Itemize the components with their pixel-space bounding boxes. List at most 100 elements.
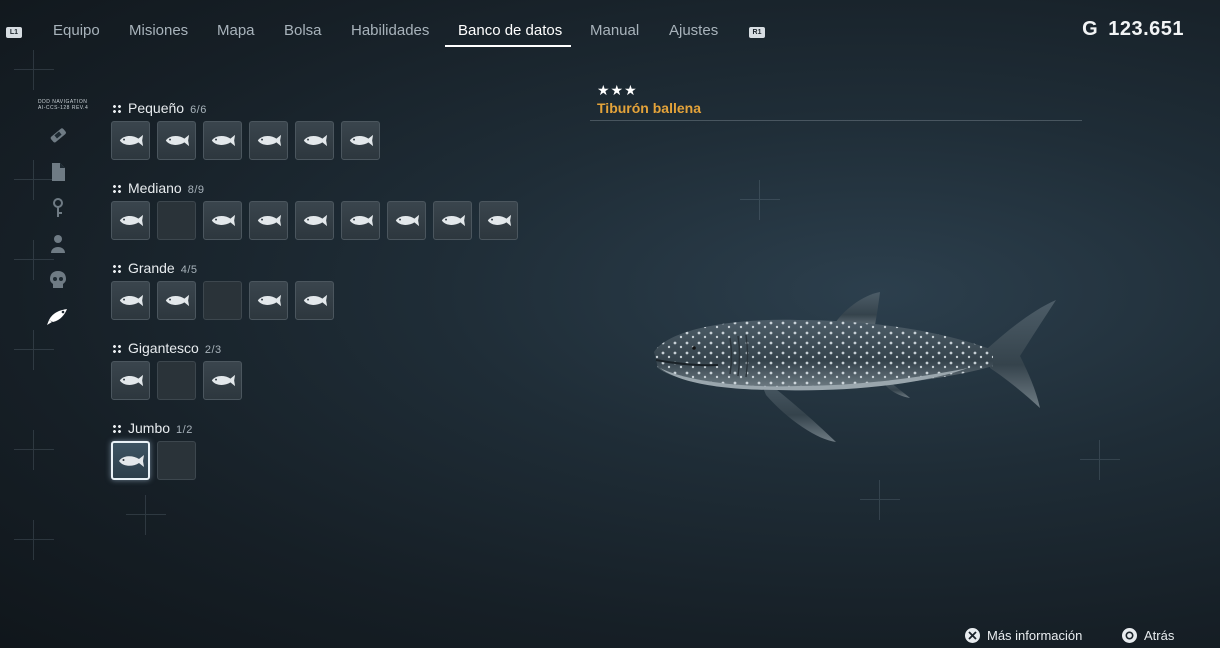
rarity-stars: ★★★: [597, 82, 638, 98]
fish-icon: [302, 133, 328, 148]
fish-slot-empty[interactable]: [157, 201, 196, 240]
fish-icon: [210, 213, 236, 228]
dots-icon: [112, 104, 122, 114]
fish-slot[interactable]: [295, 281, 334, 320]
fish-slot[interactable]: [341, 121, 380, 160]
fish-slot[interactable]: [249, 121, 288, 160]
currency-symbol: G: [1082, 18, 1099, 40]
fish-slot[interactable]: [479, 201, 518, 240]
fish-slot[interactable]: [341, 201, 380, 240]
fish-slot[interactable]: [203, 121, 242, 160]
fish-icon: [394, 213, 420, 228]
dots-icon: [112, 184, 122, 194]
sidenav-label: DDD NAVIGATION AI-CCS-128 REV.4: [38, 99, 89, 111]
category-name: Gigantesco: [128, 340, 199, 356]
category-grande-slots: [111, 281, 334, 320]
fish-slot[interactable]: [203, 201, 242, 240]
more-info-label: Más información: [987, 628, 1083, 643]
category-mediano-slots: [111, 201, 518, 240]
category-count: 1/2: [176, 424, 193, 436]
bandage-icon[interactable]: [46, 123, 70, 147]
fish-slot-empty[interactable]: [157, 441, 196, 480]
fish-slot[interactable]: [295, 201, 334, 240]
category-count: 8/9: [187, 184, 205, 196]
tab-equipo[interactable]: Equipo: [53, 22, 100, 39]
category-jumbo-slots: [111, 441, 196, 480]
grid-mark: [14, 330, 54, 370]
fish-slot[interactable]: [387, 201, 426, 240]
skull-icon[interactable]: [46, 268, 70, 292]
r1-button-hint[interactable]: R1: [749, 27, 765, 38]
fish-slot[interactable]: [111, 281, 150, 320]
category-name: Jumbo: [128, 420, 171, 436]
fish-icon: [164, 293, 190, 308]
person-icon[interactable]: [46, 232, 70, 256]
fish-icon: [440, 213, 466, 228]
category-count: 2/3: [204, 344, 222, 356]
fish-icon: [210, 373, 236, 388]
category-count: 6/6: [190, 104, 207, 116]
fish-icon: [118, 213, 144, 228]
cross-button-icon: [965, 628, 980, 643]
document-icon[interactable]: [46, 160, 70, 184]
category-jumbo-title: Jumbo 1/2: [112, 420, 193, 436]
category-pequeno-title: Pequeño 6/6: [112, 100, 207, 116]
fish-icon: [118, 133, 144, 148]
detail-divider: [590, 120, 1082, 121]
tab-mapa[interactable]: Mapa: [217, 22, 255, 39]
tab-banco-de-datos[interactable]: Banco de datos: [458, 22, 562, 39]
category-grande-title: Grande 4/5: [112, 260, 198, 276]
category-gigantesco-title: Gigantesco 2/3: [112, 340, 222, 356]
key-icon[interactable]: [46, 196, 70, 220]
fish-icon: [118, 373, 144, 388]
fish-slot-empty[interactable]: [157, 361, 196, 400]
back-action[interactable]: Atrás: [1122, 628, 1174, 643]
fish-icon: [118, 293, 144, 308]
fish-slot[interactable]: [295, 121, 334, 160]
shark-icon: [117, 453, 145, 469]
fish-slot[interactable]: [433, 201, 472, 240]
fish-slot[interactable]: [157, 281, 196, 320]
fish-icon: [256, 133, 282, 148]
currency-display: G 123.651: [1082, 18, 1184, 41]
grid-mark: [126, 495, 166, 535]
tab-ajustes[interactable]: Ajustes: [669, 22, 718, 39]
back-label: Atrás: [1144, 628, 1175, 643]
fish-icon[interactable]: [46, 304, 70, 328]
more-info-action[interactable]: Más información: [965, 628, 1082, 643]
category-pequeno-slots: [111, 121, 380, 160]
fish-slot[interactable]: [111, 361, 150, 400]
active-tab-indicator: [445, 45, 571, 47]
circle-button-icon: [1122, 628, 1137, 643]
dots-icon: [112, 344, 122, 354]
tab-habilidades[interactable]: Habilidades: [351, 22, 429, 39]
tab-misiones[interactable]: Misiones: [129, 22, 188, 39]
fish-slot[interactable]: [157, 121, 196, 160]
fish-icon: [256, 293, 282, 308]
fish-icon: [302, 293, 328, 308]
category-name: Mediano: [128, 180, 182, 196]
fish-slot[interactable]: [249, 201, 288, 240]
fish-icon: [210, 133, 236, 148]
tab-bolsa[interactable]: Bolsa: [284, 22, 322, 39]
fish-slot-selected[interactable]: [111, 441, 150, 480]
top-navigation: L1 Equipo Misiones Mapa Bolsa Habilidade…: [0, 0, 1220, 60]
category-count: 4/5: [180, 264, 198, 276]
fish-slot[interactable]: [249, 281, 288, 320]
fish-slot[interactable]: [111, 201, 150, 240]
fish-icon: [348, 213, 374, 228]
dots-icon: [112, 264, 122, 274]
whale-shark-image: [654, 292, 1056, 442]
currency-value: 123.651: [1108, 18, 1184, 40]
grid-mark: [740, 180, 780, 220]
fish-icon: [302, 213, 328, 228]
grid-mark: [1080, 440, 1120, 480]
fish-slot[interactable]: [203, 361, 242, 400]
l1-button-hint[interactable]: L1: [6, 27, 22, 38]
fish-slot-empty[interactable]: [203, 281, 242, 320]
fish-icon: [164, 133, 190, 148]
grid-mark: [860, 480, 900, 520]
tab-manual[interactable]: Manual: [590, 22, 639, 39]
fish-icon: [256, 213, 282, 228]
fish-slot[interactable]: [111, 121, 150, 160]
